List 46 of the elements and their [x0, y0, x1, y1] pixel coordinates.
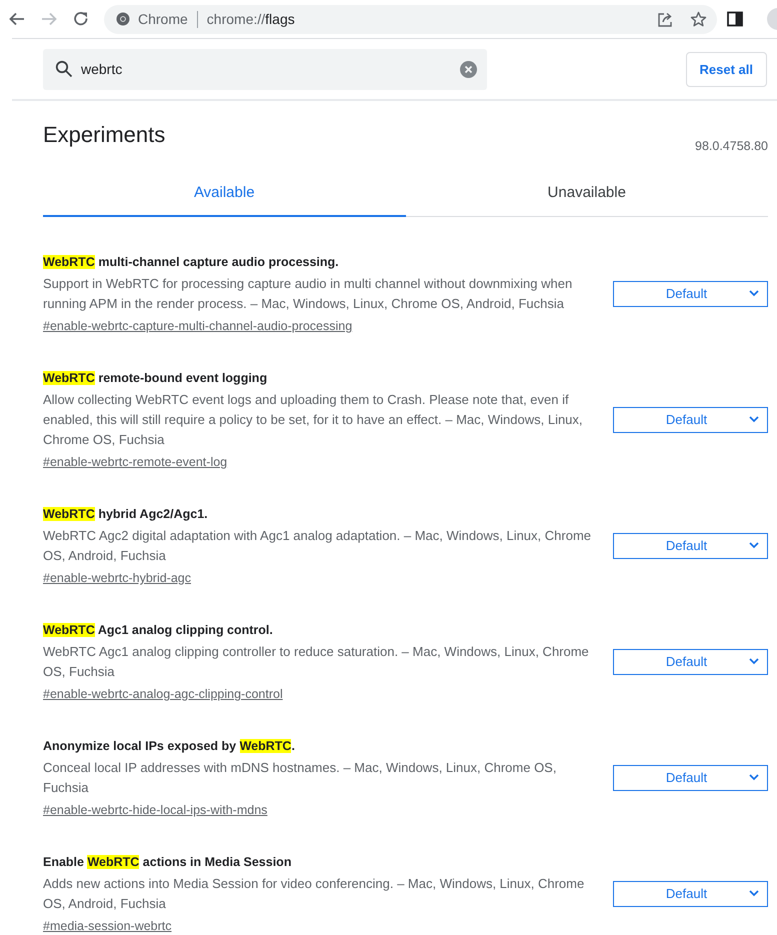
- reload-icon[interactable]: [72, 10, 90, 28]
- chevron-icon: [749, 416, 759, 423]
- flag-description: WebRTC Agc2 digital adaptation with Agc1 analog adaptation. – Mac, Windows, Linux, Chrome OS, Android, Fuchsia: [43, 527, 592, 565]
- flag-link[interactable]: #enable-webrtc-capture-multi-channel-audio-processing: [43, 317, 352, 335]
- flag-link[interactable]: #enable-webrtc-hybrid-agc: [43, 569, 191, 587]
- chevron-icon: [749, 658, 759, 665]
- flag-title: WebRTC multi-channel capture audio processing.: [43, 254, 339, 271]
- star-icon[interactable]: [690, 10, 707, 28]
- search-field[interactable]: webrtc: [43, 48, 487, 90]
- search-icon: [55, 60, 73, 78]
- flag-description: Allow collecting WebRTC event logs and uploading them to Crash. Please note that, even if enabled, this will still require a policy to be set, for it to have an effect. – Mac, Windows, Linux, Chrome OS, Fuchsia: [43, 391, 584, 449]
- flag-description: Conceal local IP addresses with mDNS hostnames. – Mac, Windows, Linux, Chrome OS, Fuchsia: [43, 759, 558, 797]
- flag-link[interactable]: #enable-webrtc-analog-agc-clipping-control: [43, 685, 283, 703]
- flag-description: Support in WebRTC for processing capture audio in multi channel without downmixing when running APM in the render process. – Mac, Windows, Linux, Chrome OS, Android, Fuchsia: [43, 275, 574, 313]
- flag-link[interactable]: #enable-webrtc-hide-local-ips-with-mdns: [43, 801, 268, 819]
- flag-title: WebRTC hybrid Agc2/Agc1.: [43, 506, 208, 523]
- flag-link[interactable]: #media-session-webrtc: [43, 917, 172, 935]
- site-label: Chrome: [138, 11, 188, 27]
- flag-link[interactable]: #enable-webrtc-remote-event-log: [43, 453, 228, 471]
- back-icon[interactable]: [8, 10, 26, 28]
- chevron-icon: [749, 890, 759, 897]
- option-dropdown[interactable]: Default: [613, 648, 768, 674]
- chrome-icon: [116, 12, 130, 26]
- chevron-icon: [749, 542, 759, 549]
- option-dropdown[interactable]: Default: [613, 406, 768, 432]
- option-dropdown[interactable]: Default: [613, 764, 768, 790]
- clear-icon[interactable]: [460, 60, 477, 78]
- flag-description: Adds new actions into Media Session for video conferencing. – Mac, Windows, Linux, Chrome OS, Android, Fuchsia: [43, 875, 586, 913]
- address-bar[interactable]: Chrome chrome://flags: [104, 4, 717, 34]
- reset-all-button[interactable]: Reset all: [686, 52, 767, 86]
- page-title: Experiments: [43, 121, 166, 149]
- chevron-icon: [749, 774, 759, 781]
- flag-title: WebRTC Agc1 analog clipping control.: [43, 622, 273, 639]
- tab[interactable]: Available: [43, 170, 406, 217]
- option-dropdown[interactable]: Default: [613, 880, 768, 906]
- tab[interactable]: Unavailable: [406, 170, 768, 217]
- version-label: 98.0.4758.80: [695, 138, 768, 155]
- side-panel-icon[interactable]: [727, 11, 743, 27]
- option-dropdown[interactable]: Default: [613, 532, 768, 558]
- flag-title: WebRTC remote-bound event logging: [43, 370, 268, 387]
- flag-description: WebRTC Agc1 analog clipping controller to reduce saturation. – Mac, Windows, Linux, Chrome OS, Fuchsia: [43, 643, 590, 681]
- url-text: chrome://flags: [206, 11, 295, 27]
- flag-title: Enable WebRTC actions in Media Session: [43, 854, 292, 871]
- option-dropdown[interactable]: Default: [613, 280, 768, 306]
- share-icon[interactable]: [657, 10, 674, 28]
- chevron-icon: [749, 290, 759, 297]
